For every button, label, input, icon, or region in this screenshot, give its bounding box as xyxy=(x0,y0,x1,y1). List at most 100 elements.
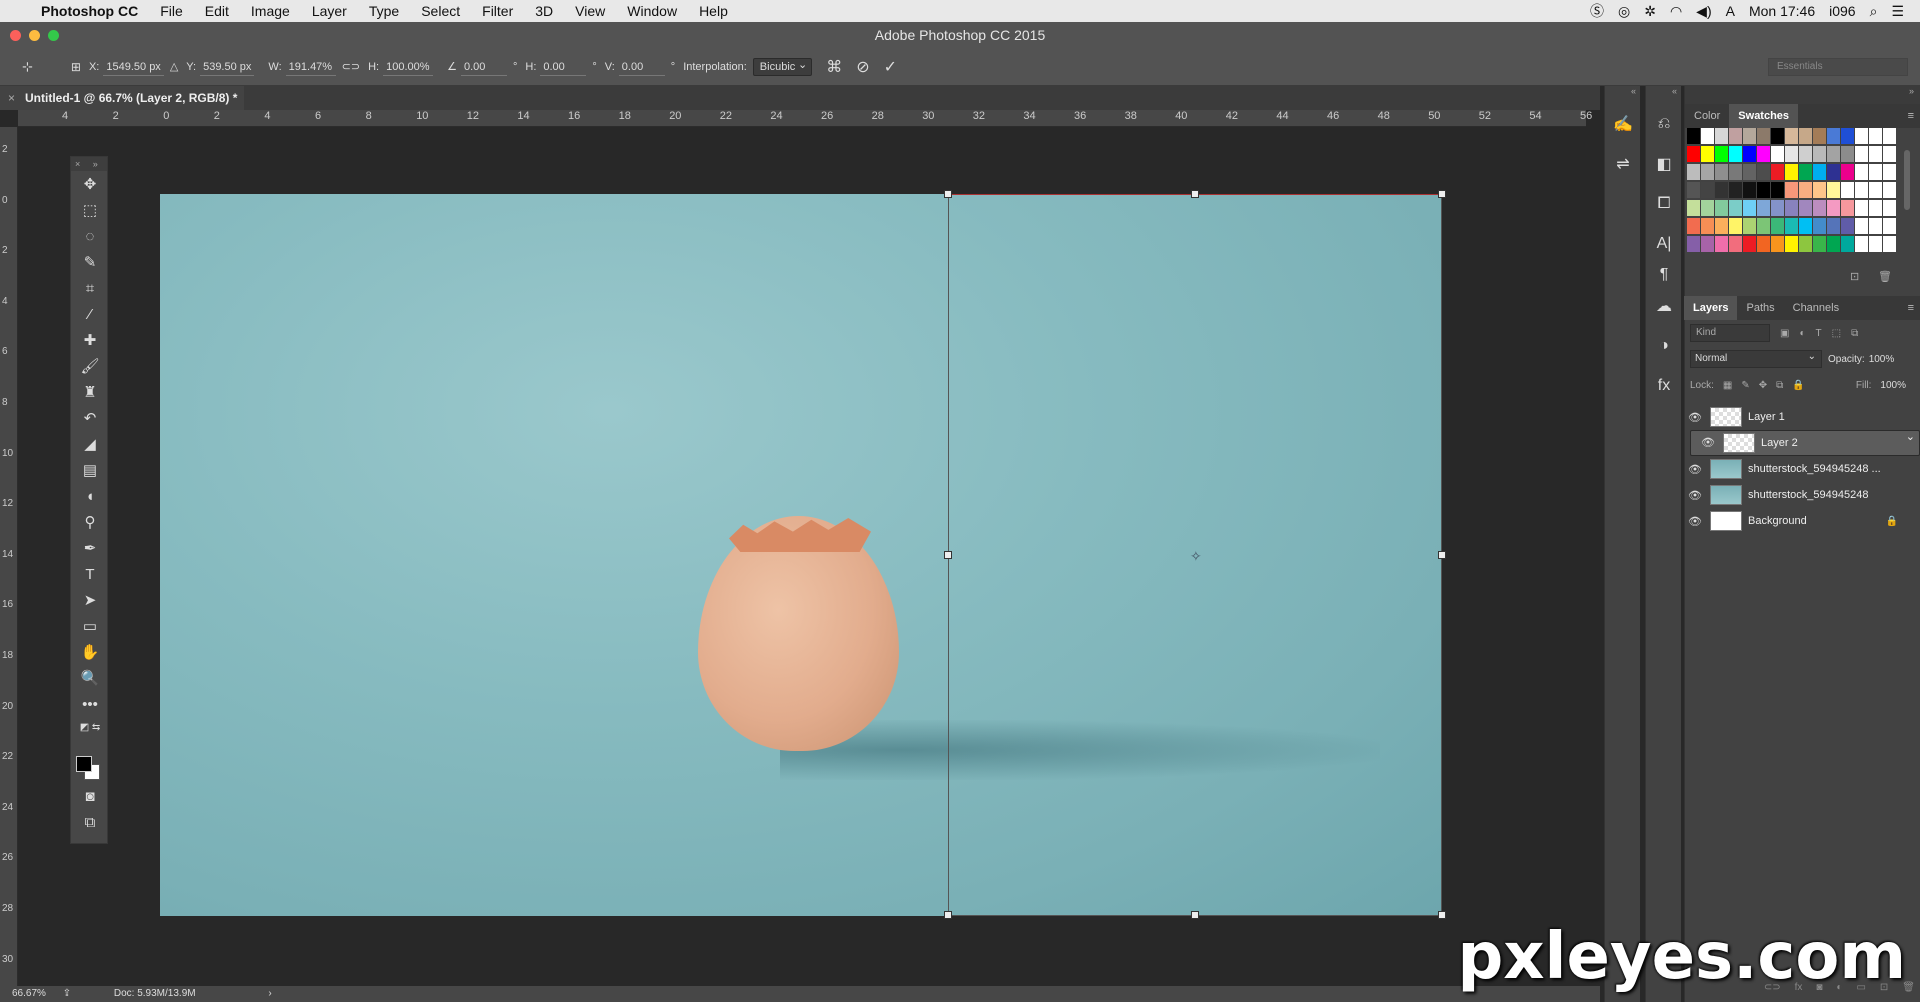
rectangle-tool-icon[interactable]: ▭ xyxy=(71,613,109,639)
menu-layer[interactable]: Layer xyxy=(301,0,358,22)
menu-file[interactable]: File xyxy=(149,0,194,22)
clone-stamp-tool-icon[interactable]: ♜ xyxy=(71,379,109,405)
swatch[interactable] xyxy=(1827,218,1840,234)
swatch[interactable] xyxy=(1813,182,1826,198)
swatch[interactable] xyxy=(1855,146,1868,162)
transform-handle-right[interactable] xyxy=(1438,551,1446,559)
swatch[interactable] xyxy=(1757,164,1770,180)
swatch[interactable] xyxy=(1869,182,1882,198)
foreground-color-swatch[interactable] xyxy=(76,756,92,772)
collapse-mid-icon[interactable]: « xyxy=(1646,86,1681,104)
gradient-tool-icon[interactable]: ▤ xyxy=(71,457,109,483)
paragraph-icon[interactable]: ¶ xyxy=(1646,264,1682,286)
swatch[interactable] xyxy=(1841,164,1854,180)
swatch[interactable] xyxy=(1855,236,1868,252)
menu-image[interactable]: Image xyxy=(240,0,301,22)
commit-transform-icon[interactable]: ✓ xyxy=(884,57,897,77)
swatch[interactable] xyxy=(1799,128,1812,144)
swatch[interactable] xyxy=(1687,218,1700,234)
swatch[interactable] xyxy=(1799,164,1812,180)
swatch[interactable] xyxy=(1813,200,1826,216)
zoom-tool-icon[interactable]: 🔍 xyxy=(71,665,109,691)
swatch[interactable] xyxy=(1771,146,1784,162)
marquee-tool-icon[interactable]: ⬚ xyxy=(71,197,109,223)
filter-pixel-icon[interactable]: ▣ xyxy=(1780,328,1789,339)
properties-icon[interactable]: ◧ xyxy=(1646,144,1682,184)
visibility-eye-icon[interactable]: 👁 xyxy=(1697,435,1719,452)
spotlight-icon[interactable]: ⌕ xyxy=(1870,0,1878,22)
character-icon[interactable]: A| xyxy=(1646,224,1682,264)
delta-icon[interactable]: △ xyxy=(170,60,178,73)
swatch[interactable] xyxy=(1869,146,1882,162)
swatch[interactable] xyxy=(1771,128,1784,144)
transform-tool-icon[interactable]: ⊹ xyxy=(22,59,33,75)
swatch[interactable] xyxy=(1715,182,1728,198)
swatch[interactable] xyxy=(1743,218,1756,234)
blur-tool-icon[interactable]: ◖ xyxy=(71,483,109,509)
swatch[interactable] xyxy=(1785,164,1798,180)
swatch[interactable] xyxy=(1771,236,1784,252)
width-field[interactable]: 191.47% xyxy=(285,58,336,76)
input-source-icon[interactable]: A xyxy=(1726,0,1735,22)
layer-name[interactable]: Background xyxy=(1748,515,1807,527)
app-menu[interactable]: Photoshop CC xyxy=(30,0,149,22)
kind-filter[interactable]: Kind xyxy=(1690,324,1770,342)
swatch[interactable] xyxy=(1827,146,1840,162)
swatch[interactable] xyxy=(1813,146,1826,162)
swatch[interactable] xyxy=(1785,236,1798,252)
menu-window[interactable]: Window xyxy=(616,0,688,22)
lock-transparent-icon[interactable]: ▦ xyxy=(1723,380,1732,391)
swatch[interactable] xyxy=(1841,236,1854,252)
opacity-value[interactable]: 100% xyxy=(1869,354,1895,365)
swatch[interactable] xyxy=(1771,164,1784,180)
swatch[interactable] xyxy=(1729,218,1742,234)
swatch[interactable] xyxy=(1841,218,1854,234)
fill-value[interactable]: 100% xyxy=(1880,380,1906,391)
pen-tool-icon[interactable]: ✒ xyxy=(71,535,109,561)
swatch[interactable] xyxy=(1883,218,1896,234)
swatch[interactable] xyxy=(1743,200,1756,216)
swatch[interactable] xyxy=(1855,218,1868,234)
swatch[interactable] xyxy=(1855,128,1868,144)
new-swatch-icon[interactable]: ⊡ xyxy=(1850,270,1859,283)
swatch[interactable] xyxy=(1701,164,1714,180)
volume-icon[interactable]: ◀) xyxy=(1696,0,1711,22)
visibility-eye-icon[interactable]: 👁 xyxy=(1684,489,1706,502)
healing-brush-tool-icon[interactable]: ✚ xyxy=(71,327,109,353)
move-tool-icon[interactable]: ✥ xyxy=(71,171,109,197)
swatch[interactable] xyxy=(1743,236,1756,252)
swatch[interactable] xyxy=(1729,200,1742,216)
lock-pixels-icon[interactable]: ✎ xyxy=(1741,380,1749,391)
swatch[interactable] xyxy=(1869,200,1882,216)
menu-type[interactable]: Type xyxy=(358,0,410,22)
swap-colors-icon[interactable]: ◩ ⇆ xyxy=(71,717,109,737)
swatch[interactable] xyxy=(1883,236,1896,252)
swatch[interactable] xyxy=(1701,182,1714,198)
swatch[interactable] xyxy=(1743,128,1756,144)
lasso-tool-icon[interactable]: ◌ xyxy=(71,223,109,249)
swatch[interactable] xyxy=(1729,128,1742,144)
warp-icon[interactable]: ⌘ xyxy=(826,57,842,77)
dodge-tool-icon[interactable]: ⚲ xyxy=(71,509,109,535)
layer-name[interactable]: shutterstock_594945248 ... xyxy=(1748,463,1881,475)
swatch[interactable] xyxy=(1813,128,1826,144)
layer-name[interactable]: Layer 2 xyxy=(1761,435,1798,452)
swatch[interactable] xyxy=(1687,164,1700,180)
swatch[interactable] xyxy=(1729,164,1742,180)
wifi-icon[interactable]: ◠ xyxy=(1670,0,1682,22)
blend-mode-select[interactable]: Normal xyxy=(1690,349,1822,368)
zoom-level[interactable]: 66.67% xyxy=(12,988,46,999)
swatch[interactable] xyxy=(1701,128,1714,144)
transform-handle-bottom-right[interactable] xyxy=(1438,911,1446,919)
swatch[interactable] xyxy=(1883,164,1896,180)
swatch[interactable] xyxy=(1701,236,1714,252)
swatch[interactable] xyxy=(1715,128,1728,144)
minimize-window-button[interactable] xyxy=(29,30,40,41)
layer-row[interactable]: 👁 shutterstock_594945248 xyxy=(1684,482,1920,508)
layer-row[interactable]: 👁 Layer 1 xyxy=(1684,404,1920,430)
status-expand-icon[interactable]: › xyxy=(268,988,271,999)
swatch[interactable] xyxy=(1785,128,1798,144)
close-window-button[interactable] xyxy=(10,30,21,41)
swatch[interactable] xyxy=(1813,164,1826,180)
swatch[interactable] xyxy=(1841,146,1854,162)
